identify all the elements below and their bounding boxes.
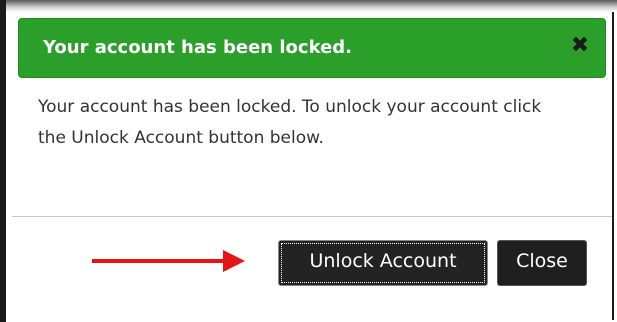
arrow-shaft bbox=[92, 259, 227, 263]
screen: Your account has been locked. ✖ Your acc… bbox=[0, 0, 617, 322]
window-left-edge bbox=[0, 0, 6, 322]
dialog-title: Your account has been locked. bbox=[43, 37, 353, 58]
arrow-head bbox=[223, 250, 245, 272]
close-icon[interactable]: ✖ bbox=[567, 33, 593, 59]
footer-divider bbox=[12, 216, 612, 217]
dialog-header: Your account has been locked. ✖ bbox=[18, 18, 606, 78]
account-locked-dialog: Your account has been locked. ✖ Your acc… bbox=[12, 12, 614, 320]
dialog-message: Your account has been locked. To unlock … bbox=[38, 97, 542, 148]
window-top-edge bbox=[0, 0, 617, 12]
close-button[interactable]: Close bbox=[497, 240, 587, 286]
unlock-account-button[interactable]: Unlock Account bbox=[278, 240, 488, 286]
